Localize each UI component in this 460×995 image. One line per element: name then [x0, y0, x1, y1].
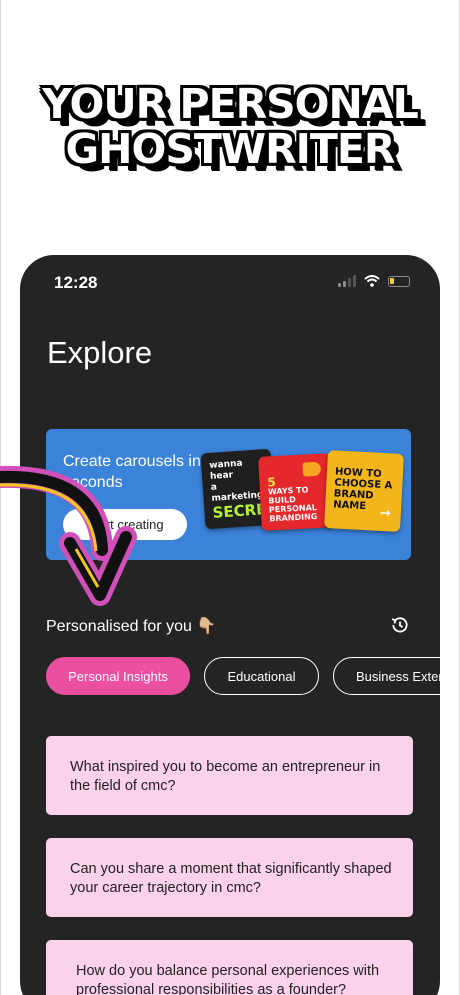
history-icon[interactable] — [390, 615, 410, 635]
chip-educational[interactable]: Educational — [204, 657, 319, 695]
battery-icon — [388, 275, 410, 287]
phone-screen: 12:28 Explore Create carousels in second… — [20, 255, 440, 995]
status-icons — [338, 275, 410, 287]
headline-line-1: YOUR PERSONAL — [42, 80, 418, 128]
carousel-preview-branding: 5 WAYS TO BUILD PERSONAL BRANDING — [258, 453, 334, 531]
chip-business-external[interactable]: Business Exter — [333, 657, 440, 695]
arrow-right-icon: → — [379, 505, 392, 522]
decorative-arrow-icon — [0, 465, 137, 606]
question-card[interactable]: Can you share a moment that significantl… — [46, 838, 413, 917]
question-card[interactable]: How do you balance personal experiences … — [46, 940, 413, 995]
card-big-text: SECRET? — [211, 498, 286, 522]
wifi-icon — [364, 275, 380, 287]
chip-personal-insights[interactable]: Personal Insights — [46, 657, 190, 695]
cellular-signal-icon — [338, 275, 356, 287]
page-title: Explore — [47, 335, 153, 370]
megaphone-icon — [302, 461, 322, 477]
category-chips: Personal Insights Educational Business E… — [46, 657, 440, 695]
headline-line-2: GHOSTWRITER — [65, 125, 396, 173]
promo-headline: YOUR PERSONAL GHOSTWRITER — [0, 82, 460, 172]
card-text: WAYS TO BUILD PERSONAL BRANDING — [267, 485, 318, 524]
question-card[interactable]: What inspired you to become an entrepren… — [46, 736, 413, 815]
personalised-title: Personalised for you — [46, 618, 192, 635]
status-time: 12:28 — [54, 273, 98, 292]
carousel-preview-brand-name: HOW TO CHOOSE A BRAND NAME → — [324, 450, 404, 532]
personalised-heading: Personalised for you 👇🏼 — [46, 616, 216, 636]
pointing-down-emoji: 👇🏼 — [196, 618, 217, 635]
